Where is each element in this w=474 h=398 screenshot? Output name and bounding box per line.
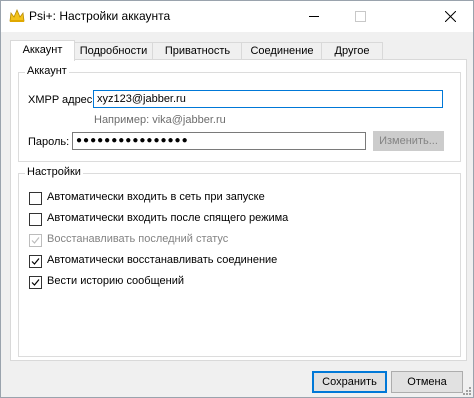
tab-label: Другое [334,45,370,57]
maximize-icon[interactable] [337,1,383,32]
xmpp-address-hint: Например: vika@jabber.ru [94,114,226,126]
account-group-title: Аккаунт [25,65,69,77]
checkbox[interactable] [29,213,42,226]
option-label: Вести историю сообщений [47,275,185,287]
password-label: Пароль: [28,136,70,148]
option-label: Восстанавливать последний статус [47,233,229,245]
checkbox[interactable] [29,255,42,268]
option-label: Автоматически восстанавливать соединение [47,254,278,266]
xmpp-address-input[interactable]: xyz123@jabber.ru [93,90,443,108]
title-bar[interactable]: Psi+: Настройки аккаунта [1,1,473,32]
resize-grip-icon[interactable] [461,385,471,395]
tab-panel-account: Аккаунт XMPP адрес: xyz123@jabber.ru Нап… [10,59,467,361]
tab-label: Соединение [250,45,314,57]
save-button[interactable]: Сохранить [312,371,387,393]
tab-label: Аккаунт [22,44,63,56]
settings-window: Psi+: Настройки аккаунта Аккаунт Подробн… [0,0,474,398]
checkbox [29,234,42,247]
tab-other[interactable]: Другое [321,42,383,60]
checkbox[interactable] [29,276,42,289]
change-password-button[interactable]: Изменить... [373,131,444,151]
checkmark-icon [31,279,40,286]
checkbox[interactable] [29,192,42,205]
option-label: Автоматически входить после спящего режи… [47,212,289,224]
minimize-icon[interactable] [291,1,337,32]
tab-account[interactable]: Аккаунт [10,40,75,61]
window-title: Psi+: Настройки аккаунта [29,9,171,23]
option-label: Автоматически входить в сеть при запуске [47,191,265,203]
cancel-button[interactable]: Отмена [391,371,463,393]
password-input[interactable]: ●●●●●●●●●●●●●●●● [72,132,366,150]
tab-connection[interactable]: Соединение [241,42,323,60]
checkmark-icon [31,258,40,265]
tab-privacy[interactable]: Приватность [152,42,243,60]
tab-label: Подробности [79,45,148,57]
checkmark-icon [31,237,40,244]
psi-flower-icon [9,8,25,23]
xmpp-address-label: XMPP адрес: [28,94,96,106]
account-group: Аккаунт XMPP адрес: xyz123@jabber.ru Нап… [18,65,461,162]
tab-label: Приватность [164,45,231,57]
close-icon[interactable] [427,1,473,32]
tab-details[interactable]: Подробности [73,42,154,60]
settings-group-title: Настройки [25,166,83,178]
